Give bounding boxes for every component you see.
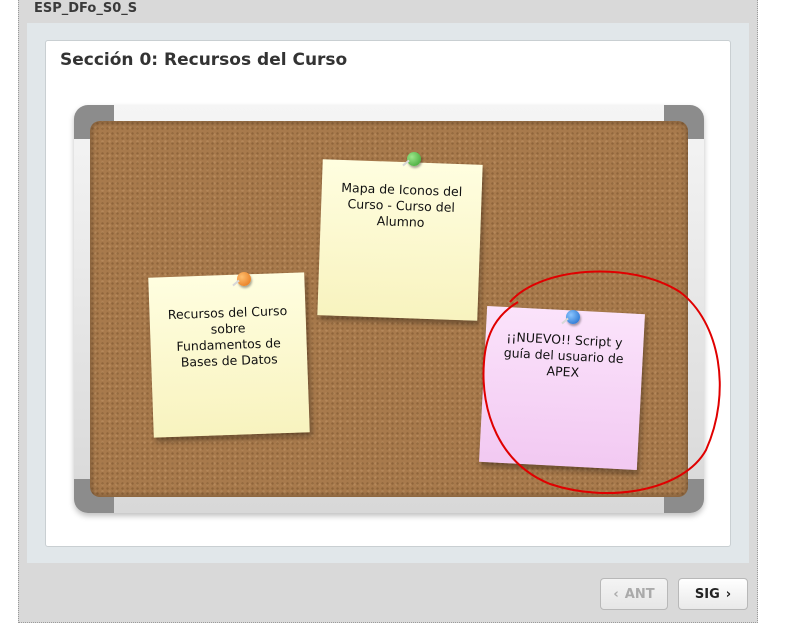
module-code: ESP_DFo_S0_S xyxy=(34,1,138,16)
next-label: SIG xyxy=(694,586,720,602)
pushpin-icon xyxy=(237,272,251,286)
note-course-resources[interactable]: Recursos del Curso sobre Fundamentos de … xyxy=(148,272,310,438)
note-label: Recursos del Curso sobre Fundamentos de … xyxy=(167,302,288,370)
previous-label: ANT xyxy=(624,586,655,602)
chevron-left-icon: ‹ xyxy=(613,586,619,602)
highlight-circle xyxy=(482,270,721,495)
note-label: Mapa de Iconos del Curso - Curso del Alu… xyxy=(341,179,463,230)
previous-button[interactable]: ‹ ANT xyxy=(600,578,668,610)
pushpin-icon xyxy=(407,152,421,166)
chevron-right-icon: › xyxy=(725,586,732,602)
next-button[interactable]: SIG › xyxy=(678,578,748,610)
note-icon-map[interactable]: Mapa de Iconos del Curso - Curso del Alu… xyxy=(317,159,483,321)
page-title: Sección 0: Recursos del Curso xyxy=(60,50,348,70)
